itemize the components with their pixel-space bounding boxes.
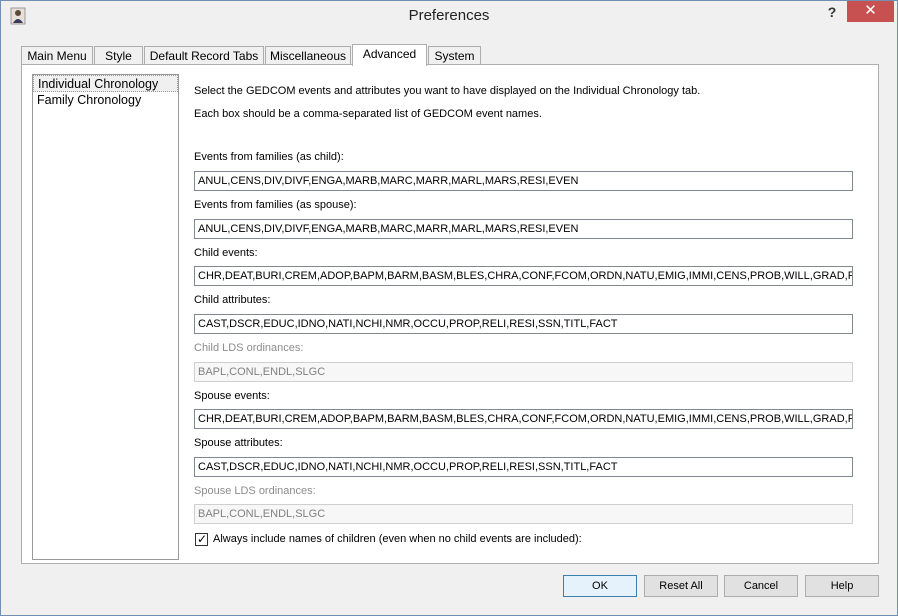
- events-as-child-input[interactable]: ANUL,CENS,DIV,DIVF,ENGA,MARB,MARC,MARR,M…: [194, 171, 853, 191]
- title-bar[interactable]: Preferences ? ✕: [1, 1, 897, 31]
- help-button[interactable]: Help: [805, 575, 879, 597]
- tab-advanced[interactable]: Advanced: [352, 44, 427, 66]
- cancel-button[interactable]: Cancel: [724, 575, 798, 597]
- ok-button[interactable]: OK: [563, 575, 637, 597]
- label-spouse-events: Spouse events:: [194, 390, 270, 402]
- tab-miscellaneous[interactable]: Miscellaneous: [265, 46, 351, 66]
- tab-style[interactable]: Style: [94, 46, 143, 66]
- reset-all-button[interactable]: Reset All: [644, 575, 718, 597]
- label-child-lds-ordinances: Child LDS ordinances:: [194, 342, 304, 354]
- chronology-list[interactable]: Individual Chronology Family Chronology: [32, 74, 179, 560]
- help-title-button[interactable]: ?: [819, 4, 845, 24]
- child-attributes-input[interactable]: CAST,DSCR,EDUC,IDNO,NATI,NCHI,NMR,OCCU,P…: [194, 314, 853, 334]
- preferences-window: Preferences ? ✕ Main Menu Style Default …: [0, 0, 898, 616]
- label-spouse-attributes: Spouse attributes:: [194, 437, 283, 449]
- advanced-panel: Individual Chronology Family Chronology …: [21, 64, 879, 564]
- child-events-input[interactable]: CHR,DEAT,BURI,CREM,ADOP,BAPM,BARM,BASM,B…: [194, 266, 853, 286]
- list-item-family-chronology[interactable]: Family Chronology: [33, 92, 178, 109]
- window-title: Preferences: [408, 7, 490, 24]
- label-events-as-child: Events from families (as child):: [194, 151, 344, 163]
- intro-text-2: Each box should be a comma-separated lis…: [194, 108, 542, 120]
- tab-system[interactable]: System: [428, 46, 481, 66]
- child-lds-ordinances-input: BAPL,CONL,ENDL,SLGC: [194, 362, 853, 382]
- intro-text-1: Select the GEDCOM events and attributes …: [194, 85, 701, 97]
- close-button[interactable]: ✕: [847, 1, 894, 22]
- spouse-lds-ordinances-input: BAPL,CONL,ENDL,SLGC: [194, 504, 853, 524]
- spouse-attributes-input[interactable]: CAST,DSCR,EDUC,IDNO,NATI,NCHI,NMR,OCCU,P…: [194, 457, 853, 477]
- label-spouse-lds-ordinances: Spouse LDS ordinances:: [194, 485, 316, 497]
- checkmark-icon: ✓: [197, 532, 208, 546]
- tab-main-menu[interactable]: Main Menu: [21, 46, 93, 66]
- spouse-events-input[interactable]: CHR,DEAT,BURI,CREM,ADOP,BAPM,BARM,BASM,B…: [194, 409, 853, 429]
- tab-default-record-tabs[interactable]: Default Record Tabs: [144, 46, 264, 66]
- label-child-events: Child events:: [194, 247, 258, 259]
- events-as-spouse-input[interactable]: ANUL,CENS,DIV,DIVF,ENGA,MARB,MARC,MARR,M…: [194, 219, 853, 239]
- include-children-checkbox[interactable]: ✓: [195, 532, 208, 546]
- include-children-label[interactable]: Always include names of children (even w…: [213, 533, 582, 545]
- label-child-attributes: Child attributes:: [194, 294, 271, 306]
- label-events-as-spouse: Events from families (as spouse):: [194, 199, 357, 211]
- list-item-individual-chronology[interactable]: Individual Chronology: [33, 75, 178, 92]
